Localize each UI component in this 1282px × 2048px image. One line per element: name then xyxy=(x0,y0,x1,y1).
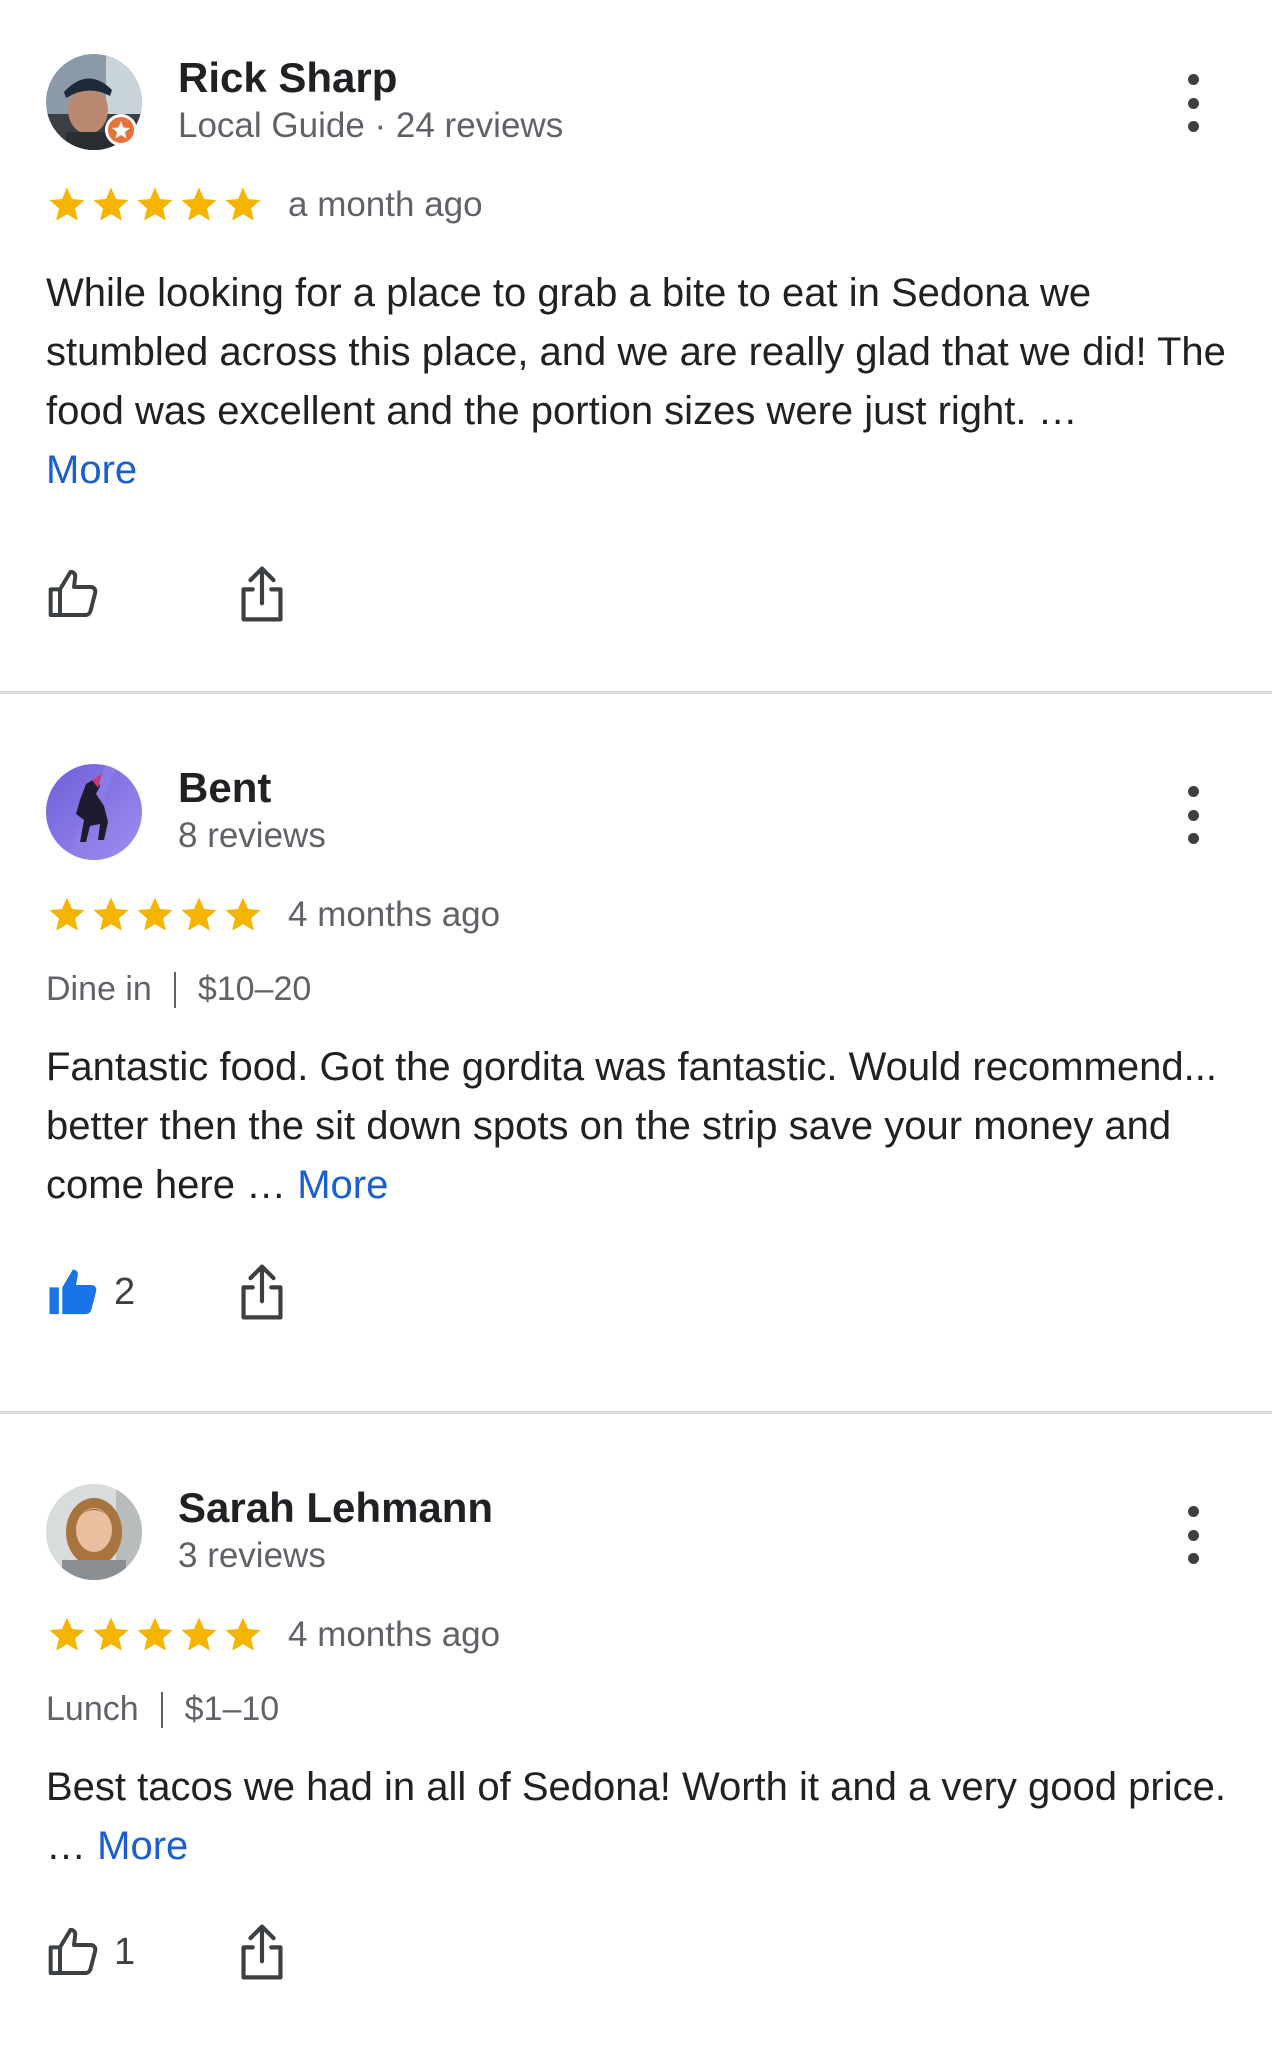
star-rating xyxy=(46,894,264,936)
reviewer-name[interactable]: Rick Sharp xyxy=(178,54,397,102)
review-time: 4 months ago xyxy=(288,895,501,934)
more-link[interactable]: More xyxy=(97,1824,188,1868)
like-count: 2 xyxy=(114,1270,136,1313)
attribute-separator xyxy=(160,1691,163,1728)
review-actions: 1 xyxy=(46,1920,283,1984)
avatar[interactable] xyxy=(46,1484,142,1580)
share-button[interactable] xyxy=(236,1922,288,1982)
share-icon xyxy=(241,1264,283,1320)
rating-row: 4 months ago xyxy=(46,892,500,938)
review-card: Sarah Lehmann 3 reviews 4 months ago Lun… xyxy=(0,1414,1282,2048)
star-icon xyxy=(181,187,217,221)
review-attributes: Lunch $1–10 xyxy=(46,1690,279,1729)
review-body: Best tacos we had in all of Sedona! Wort… xyxy=(46,1765,1226,1868)
more-options-menu-icon[interactable] xyxy=(1170,780,1216,850)
avatar[interactable] xyxy=(46,764,142,860)
rating-row: 4 months ago xyxy=(46,1612,500,1658)
reviewer-meta: 3 reviews xyxy=(178,1536,326,1575)
share-button[interactable] xyxy=(236,1262,288,1322)
meal-type: Dine in xyxy=(46,970,152,1008)
review-text: Fantastic food. Got the gordita was fant… xyxy=(46,1038,1236,1215)
star-rating xyxy=(46,184,264,226)
star-icon xyxy=(181,897,217,931)
share-icon xyxy=(241,1924,283,1980)
star-icon xyxy=(225,897,261,931)
star-icon xyxy=(181,1617,217,1651)
reviewer-meta: 8 reviews xyxy=(178,816,326,855)
thumbs-up-icon xyxy=(48,1927,98,1975)
star-icon xyxy=(137,187,173,221)
star-icon xyxy=(49,1617,85,1651)
avatar[interactable] xyxy=(46,54,142,150)
reviewer-meta: Local Guide · 24 reviews xyxy=(178,106,564,145)
star-icon xyxy=(137,1617,173,1651)
more-options-menu-icon[interactable] xyxy=(1170,68,1216,138)
review-text: Best tacos we had in all of Sedona! Wort… xyxy=(46,1758,1226,1876)
like-button[interactable] xyxy=(46,566,114,622)
star-icon xyxy=(93,187,129,221)
star-icon xyxy=(93,897,129,931)
star-icon xyxy=(225,187,261,221)
review-time: 4 months ago xyxy=(288,1615,501,1654)
review-card: Bent 8 reviews 4 months ago Dine in $10–… xyxy=(0,694,1282,1414)
more-link[interactable]: More xyxy=(46,448,137,492)
thumbs-up-icon xyxy=(48,569,98,617)
rating-row: a month ago xyxy=(46,182,483,228)
review-time: a month ago xyxy=(288,185,483,224)
review-actions: 2 xyxy=(46,1260,283,1324)
like-button[interactable]: 2 xyxy=(46,1264,135,1320)
reviewer-name[interactable]: Sarah Lehmann xyxy=(178,1484,493,1532)
price-range: $10–20 xyxy=(197,970,312,1008)
star-icon xyxy=(137,897,173,931)
like-button[interactable]: 1 xyxy=(46,1924,135,1980)
share-button[interactable] xyxy=(236,564,288,624)
meal-type: Lunch xyxy=(46,1690,139,1728)
reviewer-name[interactable]: Bent xyxy=(178,764,271,812)
more-options-menu-icon[interactable] xyxy=(1170,1500,1216,1570)
share-icon xyxy=(241,566,283,622)
more-link[interactable]: More xyxy=(297,1163,388,1207)
review-body: While looking for a place to grab a bite… xyxy=(46,271,1226,433)
review-actions xyxy=(46,562,283,626)
attribute-separator xyxy=(173,971,176,1008)
star-icon xyxy=(49,187,85,221)
thumbs-up-filled-icon xyxy=(49,1269,97,1315)
review-card: Rick Sharp Local Guide · 24 reviews a mo… xyxy=(0,0,1282,694)
review-attributes: Dine in $10–20 xyxy=(46,970,311,1009)
star-icon xyxy=(49,897,85,931)
star-icon xyxy=(93,1617,129,1651)
review-body: Fantastic food. Got the gordita was fant… xyxy=(46,1045,1217,1207)
like-count: 1 xyxy=(114,1930,136,1973)
star-rating xyxy=(46,1614,264,1656)
review-text: While looking for a place to grab a bite… xyxy=(46,264,1236,500)
price-range: $1–10 xyxy=(184,1690,280,1728)
star-icon xyxy=(225,1617,261,1651)
